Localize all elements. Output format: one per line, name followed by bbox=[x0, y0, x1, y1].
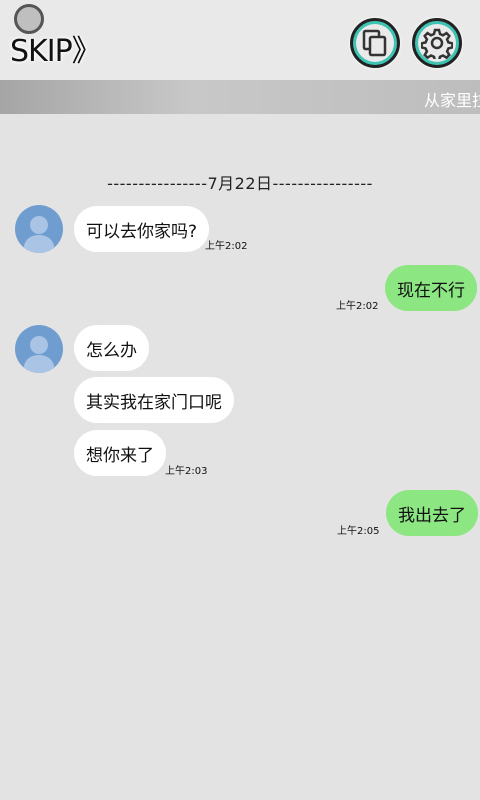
banner-text: 从家里拉 bbox=[424, 91, 480, 110]
message-timestamp: 上午2:02 bbox=[205, 241, 248, 252]
incoming-message: 可以去你家吗? bbox=[74, 206, 210, 252]
skip-label: SKIP bbox=[10, 34, 73, 69]
message-timestamp: 上午2:05 bbox=[337, 526, 380, 537]
copy-icon bbox=[362, 29, 387, 57]
user-silhouette-icon bbox=[23, 336, 55, 373]
top-bar: SKIP》 bbox=[0, 0, 480, 80]
scrolling-banner: 从家里拉 bbox=[0, 80, 480, 114]
message-text: 其实我在家门口呢 bbox=[86, 392, 222, 413]
message-timestamp: 上午2:02 bbox=[336, 301, 379, 312]
copy-button[interactable] bbox=[350, 18, 400, 68]
message-timestamp: 上午2:03 bbox=[165, 466, 208, 477]
message-text: 可以去你家吗? bbox=[86, 221, 198, 242]
incoming-message: 其实我在家门口呢 bbox=[74, 377, 234, 423]
avatar bbox=[15, 325, 63, 373]
message-text: 怎么办 bbox=[86, 340, 137, 361]
avatar bbox=[15, 205, 63, 253]
date-divider: ----------------7月22日---------------- bbox=[107, 174, 373, 193]
settings-button[interactable] bbox=[412, 18, 462, 68]
skip-button[interactable]: SKIP》 bbox=[10, 26, 102, 70]
message-text: 想你来了 bbox=[86, 445, 154, 466]
incoming-message: 怎么办 bbox=[74, 325, 149, 371]
message-text: 我出去了 bbox=[398, 505, 466, 526]
outgoing-message: 现在不行 bbox=[385, 265, 477, 311]
gear-icon bbox=[421, 28, 453, 59]
outgoing-message: 我出去了 bbox=[386, 490, 478, 536]
user-silhouette-icon bbox=[23, 216, 55, 253]
incoming-message: 想你来了 bbox=[74, 430, 166, 476]
message-text: 现在不行 bbox=[397, 280, 465, 301]
skip-arrow-icon: 》 bbox=[71, 34, 102, 69]
